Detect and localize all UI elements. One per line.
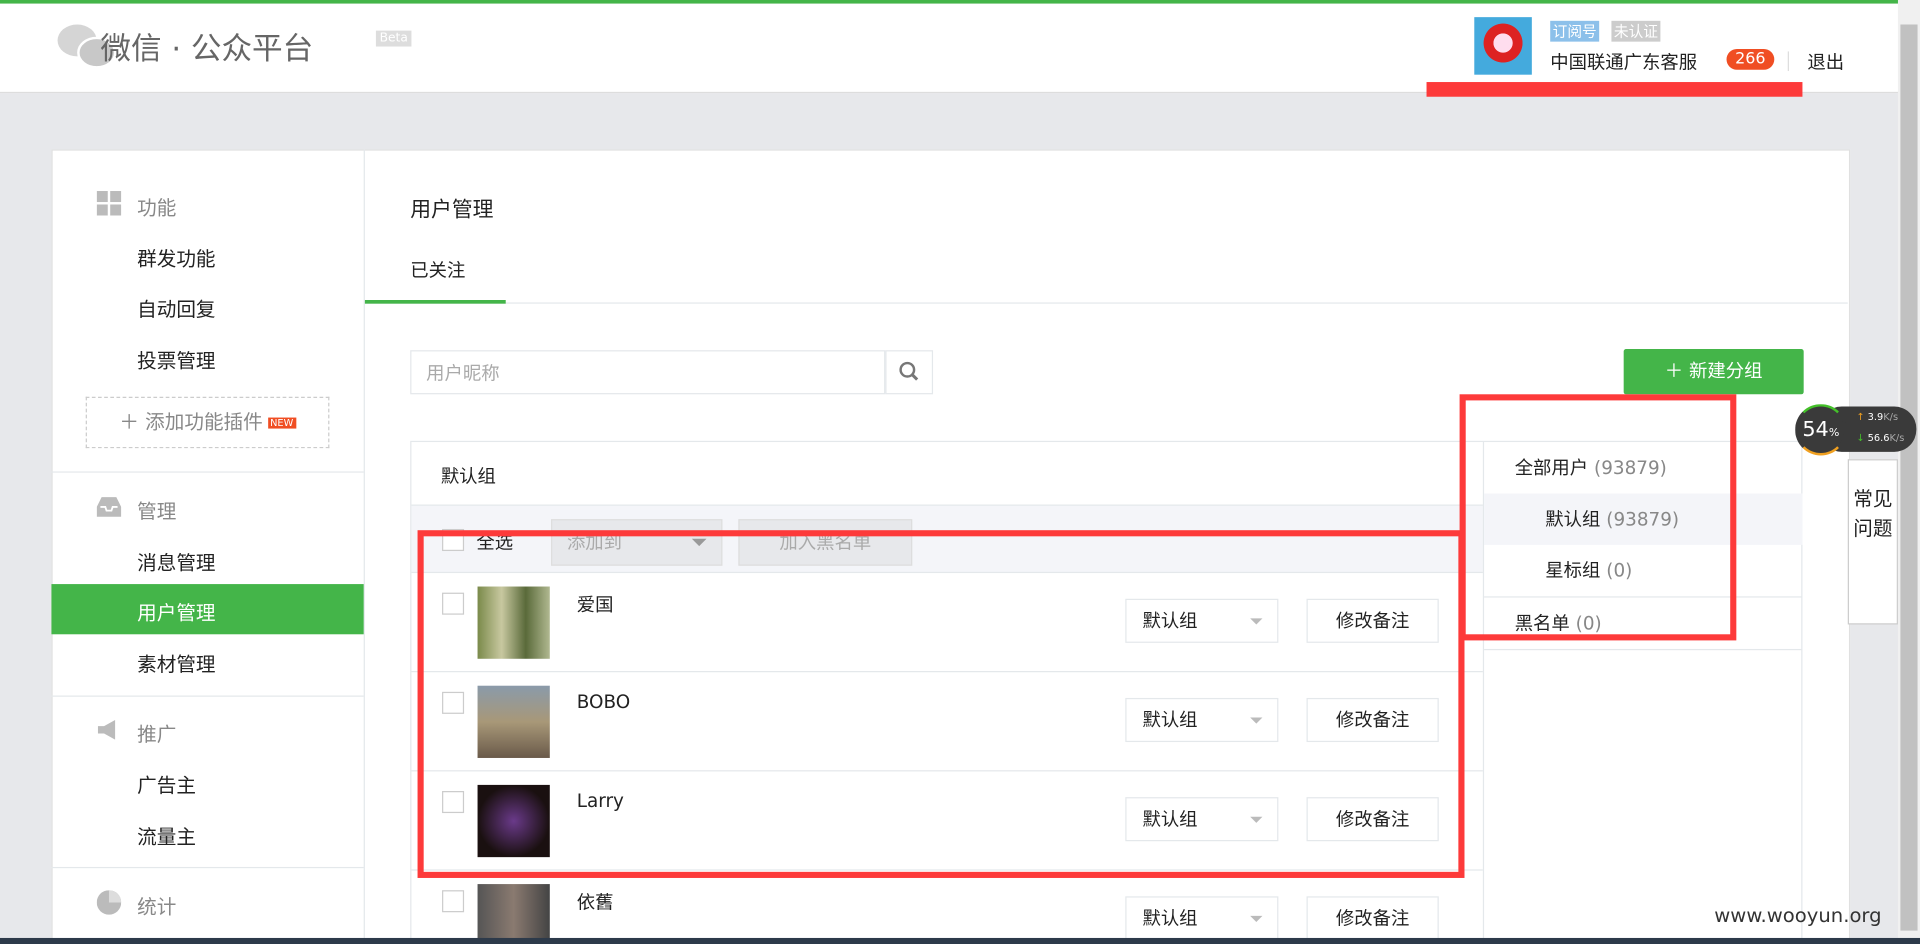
divider — [1787, 51, 1789, 72]
user-avatar[interactable] — [477, 884, 550, 944]
sidebar-section-stats: 统计 — [137, 895, 177, 919]
pie-chart-icon — [96, 890, 122, 915]
sidebar-item-publisher[interactable]: 流量主 — [137, 820, 196, 849]
download-speed: 56.6 — [1867, 432, 1890, 444]
redaction-bar — [1426, 82, 1803, 97]
add-plugin-label: 添加功能插件 — [145, 410, 263, 434]
account-avatar[interactable] — [1474, 17, 1532, 75]
divider — [51, 695, 364, 697]
download-arrow-icon: ↓ — [1856, 432, 1865, 444]
beta-badge: Beta — [375, 30, 412, 47]
sidebar-item-materials[interactable]: 素材管理 — [137, 648, 215, 677]
verify-status-badge: 未认证 — [1611, 20, 1661, 42]
divider — [51, 471, 364, 473]
notification-count[interactable]: 266 — [1726, 48, 1775, 70]
highlight-box-users — [417, 530, 1465, 878]
grid-icon — [96, 191, 122, 216]
scrollbar-thumb[interactable] — [1900, 24, 1918, 931]
sidebar-item-messages[interactable]: 消息管理 — [137, 546, 215, 575]
rate-unit: K/s — [1883, 411, 1899, 423]
rate-unit: K/s — [1889, 432, 1905, 444]
user-group-value: 默认组 — [1142, 907, 1198, 930]
sidebar-item-users[interactable]: 用户管理 — [137, 596, 215, 625]
upload-speed: 3.9 — [1867, 411, 1884, 423]
plus-icon: ＋ — [119, 410, 139, 434]
upload-arrow-icon: ↑ — [1856, 411, 1865, 423]
inbox-icon — [96, 497, 122, 517]
highlight-box-groups — [1459, 394, 1737, 641]
new-group-label: 新建分组 — [1689, 360, 1763, 383]
current-group-title: 默认组 — [440, 465, 496, 488]
logout-link[interactable]: 退出 — [1807, 49, 1844, 75]
user-group-select[interactable]: 默认组 — [1125, 896, 1279, 941]
sidebar-section-manage: 管理 — [137, 499, 177, 523]
chevron-down-icon — [1250, 915, 1263, 928]
percent-unit: % — [1828, 427, 1840, 440]
sidebar-section-promotion: 推广 — [137, 722, 177, 746]
wechat-mp-page: 微信 · 公众平台 Beta 订阅号 未认证 中国联通广东客服 266 退出 功… — [0, 0, 1920, 944]
account-type-badge: 订阅号 — [1550, 20, 1600, 42]
network-speed-widget: 54% ↑ 3.9K/s ↓ 56.6K/s — [1795, 404, 1917, 456]
faq-button[interactable]: 常见问题 — [1847, 459, 1898, 625]
watermark: www.wooyun.org — [1714, 903, 1882, 927]
active-tab-indicator — [364, 300, 506, 304]
table-row: 依舊 默认组 修改备注 — [411, 869, 1483, 944]
account-name[interactable]: 中国联通广东客服 — [1550, 49, 1697, 75]
search-button[interactable] — [885, 350, 934, 395]
platform-title[interactable]: 微信 · 公众平台 — [100, 24, 313, 68]
sidebar-section-function: 功能 — [137, 195, 177, 220]
search-icon — [899, 361, 919, 381]
tab-followed[interactable]: 已关注 — [410, 257, 465, 283]
os-taskbar[interactable] — [0, 937, 1920, 944]
sidebar-item-vote[interactable]: 投票管理 — [137, 344, 215, 373]
row-checkbox[interactable] — [442, 890, 465, 913]
sidebar-item-advertiser[interactable]: 广告主 — [137, 769, 196, 798]
new-group-button[interactable]: ＋ 新建分组 — [1623, 348, 1804, 395]
add-plugin-button[interactable]: ＋ 添加功能插件 NEW — [85, 396, 330, 449]
sidebar-item-mass-send[interactable]: 群发功能 — [137, 242, 215, 271]
nickname-search-input[interactable]: 用户昵称 — [410, 350, 886, 395]
megaphone-icon — [97, 720, 116, 740]
edit-remark-button[interactable]: 修改备注 — [1306, 896, 1439, 941]
page-title: 用户管理 — [410, 198, 494, 223]
user-nickname[interactable]: 依舊 — [577, 889, 614, 915]
divider — [51, 866, 364, 869]
cpu-percent: 54 — [1802, 417, 1829, 443]
divider — [364, 302, 1848, 304]
sidebar-item-auto-reply[interactable]: 自动回复 — [137, 293, 215, 322]
plus-icon: ＋ — [1664, 360, 1684, 383]
new-badge: NEW — [267, 416, 296, 428]
